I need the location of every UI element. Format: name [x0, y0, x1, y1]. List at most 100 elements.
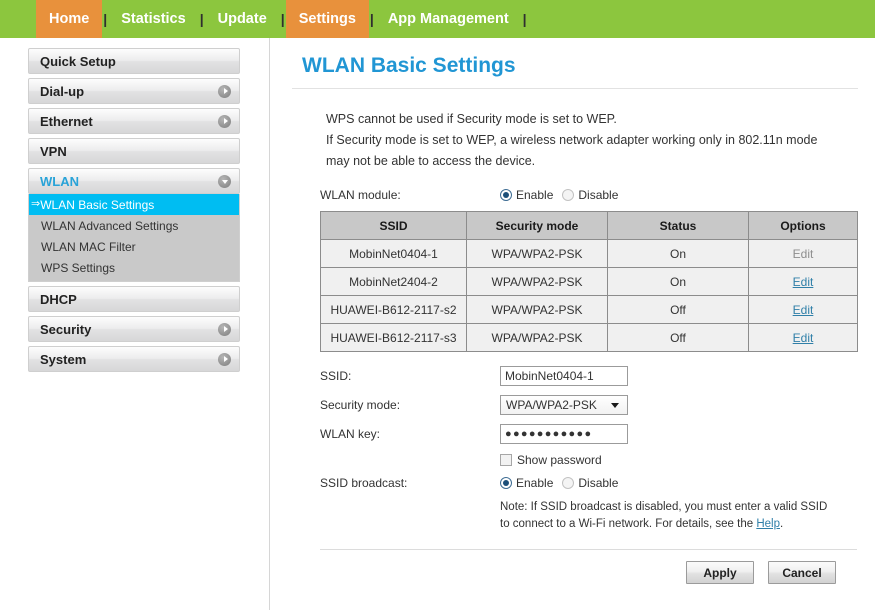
- sidebar-item-wlan[interactable]: WLAN: [28, 168, 240, 194]
- chevron-right-icon: [218, 114, 231, 128]
- sidebar-item-ethernet[interactable]: Ethernet: [28, 108, 240, 134]
- sidebar-item-wlan-basic-settings[interactable]: ⇒ WLAN Basic Settings: [29, 194, 239, 215]
- chevron-down-icon: [218, 174, 231, 188]
- cell-security-mode: WPA/WPA2-PSK: [466, 239, 608, 268]
- nav-item-home[interactable]: Home: [36, 0, 103, 38]
- ssid-label: SSID:: [320, 369, 352, 383]
- edit-link-disabled: Edit: [792, 246, 814, 261]
- table-header-ssid: SSID: [320, 211, 467, 240]
- table-header-row: SSID Security mode Status Options: [320, 211, 858, 240]
- wlan-key-label: WLAN key:: [320, 427, 381, 441]
- security-mode-select[interactable]: WPA/WPA2-PSK: [500, 395, 628, 415]
- ssid-broadcast-row: SSID broadcast: Enable Disable: [320, 476, 858, 490]
- table-row: HUAWEI-B612-2117-s2 WPA/WPA2-PSK Off Edi…: [320, 295, 858, 324]
- sidebar-group-quick-setup: Quick Setup: [28, 48, 240, 74]
- wlan-module-label: WLAN module:: [320, 188, 401, 202]
- sidebar: Quick Setup Dial-up Ethernet VPN WLAN ⇒ …: [0, 38, 270, 610]
- cancel-button[interactable]: Cancel: [768, 561, 836, 584]
- chevron-right-icon: [218, 84, 231, 98]
- sidebar-group-system: System: [28, 346, 240, 372]
- cell-ssid: MobinNet0404-1: [320, 239, 467, 268]
- table-row: MobinNet2404-2 WPA/WPA2-PSK On Edit: [320, 267, 858, 296]
- nav-item-update-label: Update: [217, 11, 267, 27]
- settings-form: WLAN module: Enable Disable SSID Securit…: [320, 188, 858, 533]
- show-password-row[interactable]: Show password: [500, 453, 858, 467]
- sidebar-item-wlan-label: WLAN: [40, 173, 79, 189]
- nav-item-statistics[interactable]: Statistics: [108, 0, 198, 38]
- sidebar-item-quick-setup[interactable]: Quick Setup: [28, 48, 240, 74]
- sidebar-item-wlan-mac-filter[interactable]: WLAN MAC Filter: [29, 236, 239, 257]
- apply-button[interactable]: Apply: [686, 561, 754, 584]
- table-row: HUAWEI-B612-2117-s3 WPA/WPA2-PSK Off Edi…: [320, 323, 858, 352]
- ssid-table: SSID Security mode Status Options MobinN…: [320, 211, 858, 352]
- cell-security-mode: WPA/WPA2-PSK: [466, 323, 608, 352]
- security-mode-selected-value: WPA/WPA2-PSK: [506, 398, 597, 412]
- page-title: WLAN Basic Settings: [302, 54, 516, 77]
- help-link[interactable]: Help: [756, 518, 780, 530]
- sidebar-item-wlan-advanced-settings-label: WLAN Advanced Settings: [41, 218, 179, 233]
- page-body: Quick Setup Dial-up Ethernet VPN WLAN ⇒ …: [0, 38, 875, 610]
- cell-ssid: MobinNet2404-2: [320, 267, 467, 296]
- sidebar-group-security: Security: [28, 316, 240, 342]
- nav-item-settings[interactable]: Settings: [285, 0, 369, 38]
- radio-unselected-icon[interactable]: [562, 189, 575, 201]
- title-divider: [292, 88, 858, 89]
- sidebar-item-dial-up-label: Dial-up: [40, 83, 85, 99]
- edit-link[interactable]: Edit: [793, 275, 814, 289]
- nav-item-update[interactable]: Update: [205, 0, 280, 38]
- sidebar-item-wps-settings-label: WPS Settings: [41, 260, 116, 275]
- sidebar-item-ethernet-label: Ethernet: [40, 113, 93, 129]
- nav-item-statistics-label: Statistics: [121, 11, 186, 27]
- nav-item-settings-label: Settings: [298, 11, 356, 27]
- ssid-broadcast-disable-option[interactable]: Disable: [562, 476, 618, 490]
- sidebar-submenu-wlan: ⇒ WLAN Basic Settings WLAN Advanced Sett…: [28, 194, 240, 282]
- radio-selected-icon[interactable]: [500, 477, 512, 489]
- ssid-broadcast-enable-label: Enable: [516, 476, 554, 490]
- edit-link[interactable]: Edit: [793, 303, 814, 317]
- show-password-checkbox[interactable]: [500, 454, 512, 466]
- sidebar-item-security-label: Security: [40, 321, 92, 337]
- sidebar-item-wlan-basic-settings-label: WLAN Basic Settings: [40, 197, 155, 212]
- cell-status: On: [607, 239, 749, 268]
- wlan-key-row: WLAN key:: [320, 424, 858, 444]
- wlan-module-enable-option[interactable]: Enable: [500, 188, 553, 202]
- sidebar-item-vpn[interactable]: VPN: [28, 138, 240, 164]
- footer-divider: [320, 549, 857, 550]
- sidebar-item-dhcp-label: DHCP: [40, 291, 77, 307]
- wlan-module-disable-option[interactable]: Disable: [562, 188, 618, 202]
- ssid-broadcast-disable-label: Disable: [578, 476, 619, 490]
- sidebar-group-dial-up: Dial-up: [28, 78, 240, 104]
- cell-options: Edit: [748, 267, 858, 296]
- sidebar-item-dial-up[interactable]: Dial-up: [28, 78, 240, 104]
- sidebar-item-dhcp[interactable]: DHCP: [28, 286, 240, 312]
- intro-line-1: WPS cannot be used if Security mode is s…: [326, 112, 617, 126]
- wlan-module-radio-group: Enable Disable: [500, 188, 618, 202]
- chevron-right-icon: [218, 352, 231, 366]
- sidebar-item-wps-settings[interactable]: WPS Settings: [29, 257, 239, 278]
- cell-status: On: [607, 267, 749, 296]
- ssid-broadcast-enable-option[interactable]: Enable: [500, 476, 553, 490]
- sidebar-group-wlan: WLAN ⇒ WLAN Basic Settings WLAN Advanced…: [28, 168, 240, 282]
- radio-unselected-icon[interactable]: [562, 477, 575, 489]
- cell-status: Off: [607, 295, 749, 324]
- ssid-broadcast-label: SSID broadcast:: [320, 476, 408, 490]
- cell-ssid: HUAWEI-B612-2117-s2: [320, 295, 467, 324]
- sidebar-item-security[interactable]: Security: [28, 316, 240, 342]
- sidebar-item-system[interactable]: System: [28, 346, 240, 372]
- ssid-row: SSID:: [320, 366, 858, 386]
- intro-text: WPS cannot be used if Security mode is s…: [326, 109, 858, 172]
- sidebar-item-wlan-advanced-settings[interactable]: WLAN Advanced Settings: [29, 215, 239, 236]
- wlan-key-input[interactable]: [500, 424, 628, 444]
- edit-link[interactable]: Edit: [793, 331, 814, 345]
- wlan-module-row: WLAN module: Enable Disable: [320, 188, 858, 202]
- table-header-security-mode: Security mode: [466, 211, 608, 240]
- sidebar-group-ethernet: Ethernet: [28, 108, 240, 134]
- note-suffix: .: [779, 518, 784, 530]
- nav-item-app-management[interactable]: App Management: [375, 0, 522, 38]
- chevron-right-icon: [218, 322, 231, 336]
- sidebar-group-vpn: VPN: [28, 138, 240, 164]
- ssid-input[interactable]: [500, 366, 628, 386]
- radio-selected-icon[interactable]: [500, 189, 512, 201]
- cell-security-mode: WPA/WPA2-PSK: [466, 295, 608, 324]
